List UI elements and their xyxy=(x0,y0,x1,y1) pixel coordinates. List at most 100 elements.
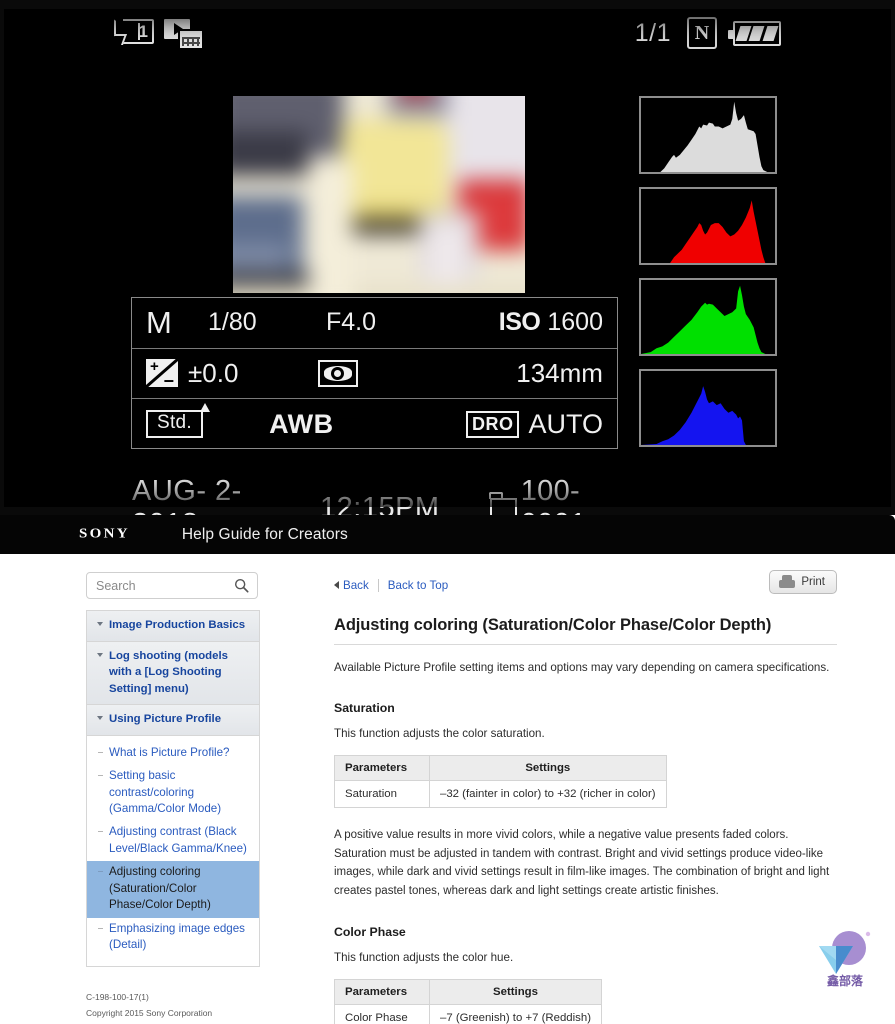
dro-group: DRO AUTO xyxy=(465,408,603,440)
luminance-histogram xyxy=(639,96,777,174)
site-title: Help Guide for Creators xyxy=(181,525,348,543)
nfc-icon: N xyxy=(687,17,717,49)
slot-notch xyxy=(110,33,128,45)
bullet-dash-icon xyxy=(98,831,103,833)
cell-setting: –7 (Greenish) to +7 (Reddish) xyxy=(429,1003,602,1024)
back-to-top-link[interactable]: Back to Top xyxy=(388,579,448,592)
sidebar-category-label: Log shooting (models with a [Log Shootin… xyxy=(109,649,228,695)
site-header: SONY Help Guide for Creators xyxy=(0,515,895,554)
saturation-table: Parameters Settings Saturation –32 (fain… xyxy=(334,755,667,809)
help-guide-page: SONY Help Guide for Creators Image Produ… xyxy=(0,515,895,1024)
table-row: Color Phase –7 (Greenish) to +7 (Reddish… xyxy=(334,1003,602,1024)
document-number: C-198-100-17(1) xyxy=(86,991,149,1002)
table-header-row: Parameters Settings xyxy=(334,978,602,1005)
shooting-info-panel: M 1/80 F4.0 ISO 1600 +− ±0.0 134mm Std. xyxy=(131,297,618,449)
section-description-saturation: This function adjusts the color saturati… xyxy=(334,727,545,741)
slot-divider xyxy=(137,23,140,40)
search-box[interactable] xyxy=(86,572,258,599)
cell-parameter: Saturation xyxy=(334,780,430,809)
style-row: Std. AWB DRO AUTO xyxy=(132,399,617,450)
red-histogram xyxy=(639,187,777,265)
chevron-down-icon xyxy=(97,652,103,657)
aperture-value: F4.0 xyxy=(326,308,377,337)
metering-mode-icon xyxy=(317,359,358,387)
print-label: Print xyxy=(801,575,825,588)
cell-parameter: Color Phase xyxy=(334,1003,430,1024)
iso-value: 1600 xyxy=(547,308,603,337)
sidebar-subitem-emphasizing-image-edges[interactable]: Emphasizing image edges (Detail) xyxy=(87,918,259,958)
sidebar-category-label: Image Production Basics xyxy=(109,619,246,631)
sidebar-subitem-label: What is Picture Profile? xyxy=(109,745,230,759)
search-input[interactable] xyxy=(87,573,257,598)
sidebar-subitem-what-is-picture-profile[interactable]: What is Picture Profile? xyxy=(87,742,259,765)
focal-length: 134mm xyxy=(516,357,603,388)
breadcrumb: Back Back to Top Print xyxy=(334,570,837,598)
back-link[interactable]: Back xyxy=(334,579,369,592)
bullet-dash-icon xyxy=(98,751,103,753)
column-header-settings: Settings xyxy=(429,755,667,782)
creative-style-badge: Std. xyxy=(146,403,210,439)
breadcrumb-divider xyxy=(377,578,379,592)
sidebar-category-label: Using Picture Profile xyxy=(109,713,222,726)
preview-blur-layer xyxy=(233,96,525,293)
sidebar: Image Production Basics Log shooting (mo… xyxy=(86,572,286,1024)
section-description-color-phase: This function adjusts the color hue. xyxy=(334,950,514,964)
file-group: 100-0001 xyxy=(489,475,632,515)
folder-icon xyxy=(489,491,517,515)
iso-label: ISO xyxy=(498,308,541,337)
sidebar-subitem-label: Adjusting contrast (Black Level/Black Ga… xyxy=(109,825,247,855)
iso-group: ISO 1600 xyxy=(499,308,603,337)
histogram-panel xyxy=(639,96,779,460)
image-index: 1/1 xyxy=(634,18,671,47)
shooting-mode: M xyxy=(146,304,172,340)
dro-label: DRO xyxy=(465,410,520,438)
search-icon[interactable] xyxy=(234,578,249,593)
section-heading-color-phase: Color Phase xyxy=(334,924,406,939)
print-button[interactable]: Print xyxy=(769,570,837,594)
green-histogram xyxy=(639,278,777,356)
title-divider xyxy=(334,644,837,645)
shutter-speed: 1/80 xyxy=(208,308,257,337)
exposure-compensation-value: ±0.0 xyxy=(188,357,239,388)
sidebar-item-log-shooting[interactable]: Log shooting (models with a [Log Shootin… xyxy=(87,641,259,706)
memory-card-slot-icon: 1 xyxy=(110,18,154,45)
sidebar-subitems: What is Picture Profile? Setting basic c… xyxy=(87,735,259,967)
copyright-text: Copyright 2015 Sony Corporation xyxy=(86,1007,213,1018)
sidebar-subitem-setting-basic-contrast[interactable]: Setting basic contrast/coloring (Gamma/C… xyxy=(87,765,259,821)
camera-status-bar: 1 1/1 N xyxy=(4,15,891,57)
printer-icon xyxy=(779,575,796,588)
camera-lcd: 1 1/1 N M 1/80 F4.0 ISO 1600 + − ±0.0 13… xyxy=(4,9,891,515)
file-number: 100-0001 xyxy=(520,475,586,515)
sidebar-footer: C-198-100-17(1) Copyright 2015 Sony Corp… xyxy=(86,989,286,1021)
sony-logo: SONY xyxy=(79,526,130,542)
white-balance: AWB xyxy=(269,408,334,439)
section-heading-saturation: Saturation xyxy=(334,700,395,715)
camera-status-left: 1 xyxy=(110,18,206,51)
camera-status-right: 1/1 N xyxy=(635,17,781,49)
sidebar-nav: Image Production Basics Log shooting (mo… xyxy=(86,610,260,967)
page-body: Image Production Basics Log shooting (mo… xyxy=(0,554,895,1024)
bullet-dash-icon xyxy=(98,871,103,873)
chevron-left-icon xyxy=(334,581,339,589)
chevron-down-icon xyxy=(97,622,103,626)
exposure-compensation-icon: + − xyxy=(146,358,178,390)
sidebar-item-image-production-basics[interactable]: Image Production Basics xyxy=(87,611,259,642)
section-paragraph-saturation: A positive value results in more vivid c… xyxy=(334,829,830,898)
dro-value: AUTO xyxy=(528,408,603,439)
sidebar-item-using-picture-profile[interactable]: Using Picture Profile xyxy=(87,705,259,736)
column-header-parameters: Parameters xyxy=(334,755,430,782)
column-header-parameters: Parameters xyxy=(334,978,430,1005)
bullet-dash-icon xyxy=(98,775,103,777)
battery-icon xyxy=(728,20,781,46)
camera-footer-bar: AUG- 2-2018 12:15PM 100-0001 xyxy=(132,475,632,515)
table-row: Saturation –32 (fainter in color) to +32… xyxy=(334,780,667,809)
color-phase-table: Parameters Settings Color Phase –7 (Gree… xyxy=(334,978,602,1024)
bullet-dash-icon xyxy=(98,927,103,929)
sidebar-subitem-adjusting-contrast[interactable]: Adjusting contrast (Black Level/Black Ga… xyxy=(87,821,259,861)
capture-time: 12:15PM xyxy=(320,491,440,516)
article-content: Back Back to Top Print Adjusting colorin… xyxy=(334,570,837,1024)
article-lead: Available Picture Profile setting items … xyxy=(334,661,830,674)
capture-date: AUG- 2-2018 xyxy=(132,475,242,515)
sidebar-subitem-adjusting-coloring[interactable]: Adjusting coloring (Saturation/Color Pha… xyxy=(87,861,259,918)
sidebar-subitem-label: Adjusting coloring (Saturation/Color Pha… xyxy=(109,865,211,912)
